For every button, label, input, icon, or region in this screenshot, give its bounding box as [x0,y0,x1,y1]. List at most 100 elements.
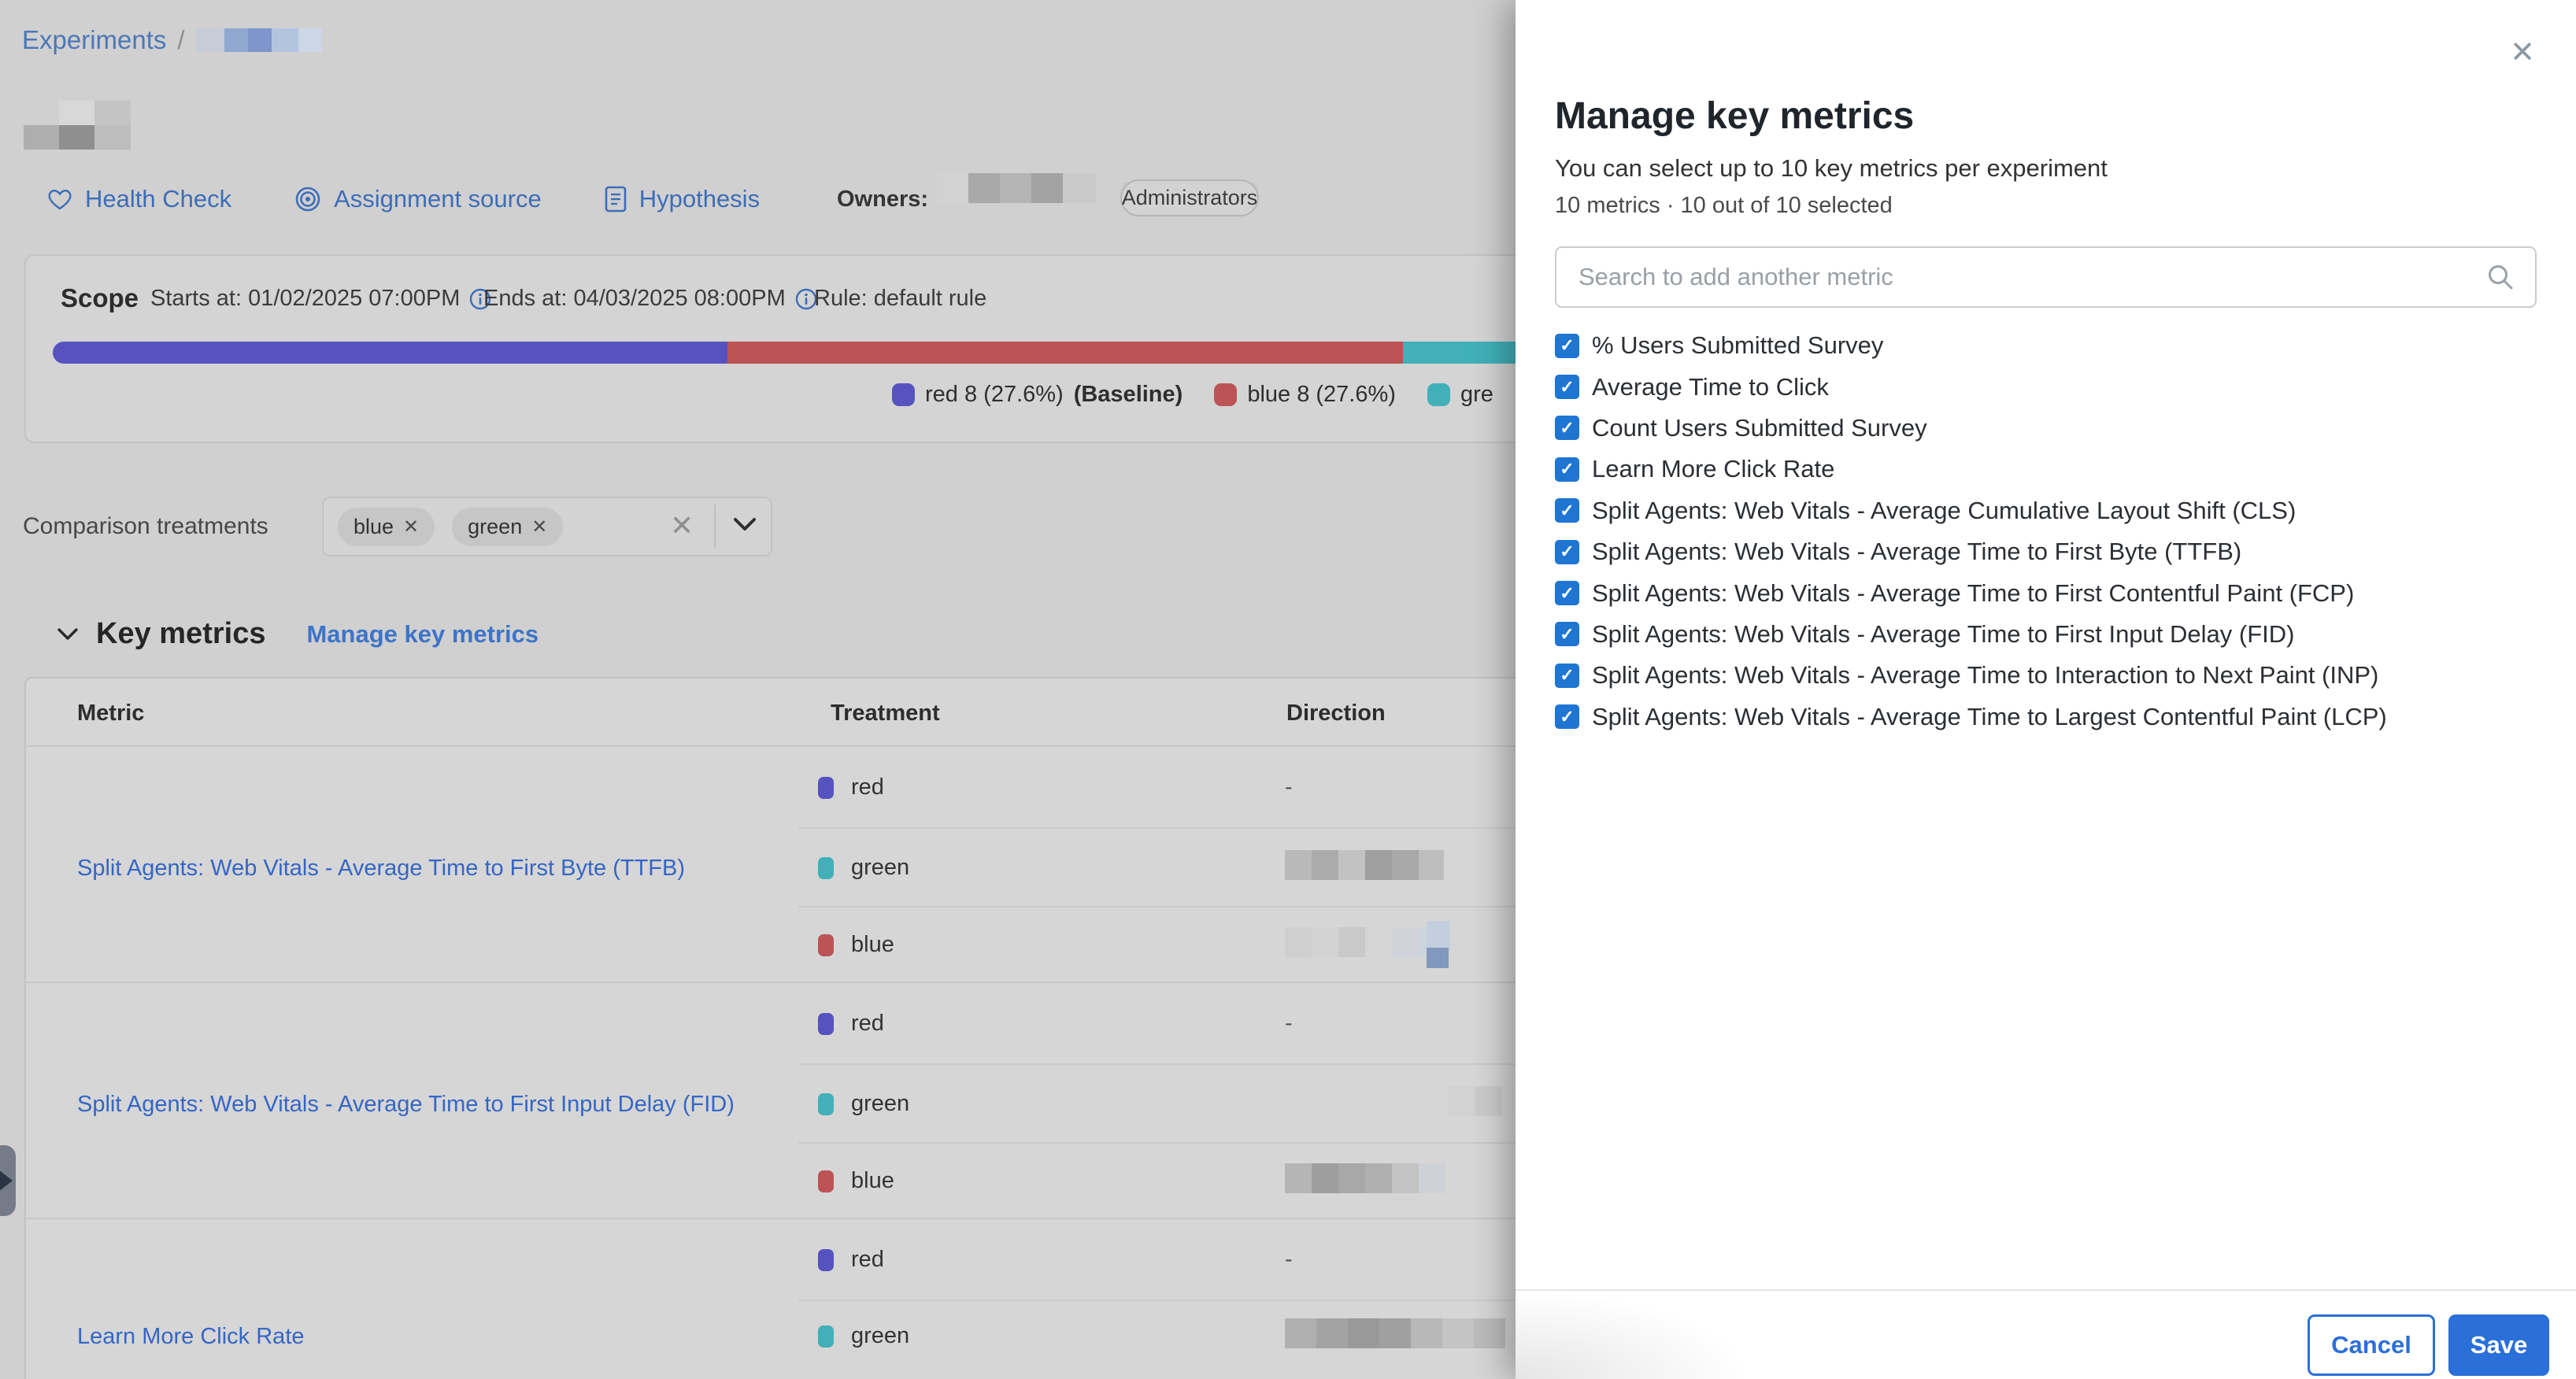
treatment-dot-green [818,1325,834,1348]
checkbox-checked-icon[interactable]: ✓ [1555,704,1579,729]
scope-ends-at: Ends at: 04/03/2025 08:00PM [483,286,817,312]
checkbox-checked-icon[interactable]: ✓ [1555,581,1579,605]
metric-row[interactable]: ✓ Split Agents: Web Vitals - Average Tim… [1555,655,2555,696]
experiment-title-redacted [24,101,131,150]
metric-row[interactable]: ✓ Count Users Submitted Survey [1555,408,2555,449]
scope-starts-at: Starts at: 01/02/2025 07:00PM [150,286,491,312]
direction-value: - [1285,775,1293,800]
scope-title: Scope [61,283,139,313]
metric-row[interactable]: ✓ Split Agents: Web Vitals - Average Tim… [1555,697,2555,738]
metric-row[interactable]: ✓ Split Agents: Web Vitals - Average Tim… [1555,531,2555,572]
metric-link-learn-more[interactable]: Learn More Click Rate [77,1324,746,1350]
metric-label: Average Time to Click [1592,373,1829,401]
clear-selection-icon[interactable]: ✕ [670,509,694,542]
checkbox-checked-icon[interactable]: ✓ [1555,540,1579,564]
checkbox-checked-icon[interactable]: ✓ [1555,416,1579,440]
tab-hypothesis[interactable]: Hypothesis [605,185,760,213]
metric-row[interactable]: ✓ Split Agents: Web Vitals - Average Cum… [1555,490,2555,531]
metric-label: Split Agents: Web Vitals - Average Time … [1592,620,2294,649]
tab-label: Assignment source [334,185,542,213]
manage-key-metrics-link[interactable]: Manage key metrics [306,620,539,649]
save-button[interactable]: Save [2448,1314,2549,1376]
checkbox-checked-icon[interactable]: ✓ [1555,622,1579,646]
metrics-count-status: 10 metrics · 10 out of 10 selected [1555,193,1893,219]
legend-swatch [1427,383,1450,406]
treatment-dot-blue [818,934,834,956]
chip-remove-icon[interactable]: ✕ [403,516,419,538]
close-icon[interactable]: ✕ [2510,35,2535,70]
breadcrumb-separator: / [177,25,184,55]
chevron-down-icon[interactable] [733,517,757,531]
metric-row[interactable]: ✓ Average Time to Click [1555,366,2555,407]
metric-search-input[interactable] [1556,263,2486,291]
administrators-badge: Administrators [1120,179,1259,216]
chip-green[interactable]: green ✕ [452,508,563,546]
direction-value: - [1285,1247,1293,1273]
treatment-cell: blue [818,932,894,958]
metric-row[interactable]: ✓ Split Agents: Web Vitals - Average Tim… [1555,572,2555,613]
document-icon [605,186,627,213]
cancel-button[interactable]: Cancel [2308,1314,2435,1376]
redacted-highlight-square [1427,948,1449,968]
comparison-treatments-select[interactable]: blue ✕ green ✕ ✕ [322,497,772,556]
column-header-treatment: Treatment [831,701,940,726]
legend-swatch [1214,383,1237,406]
metric-row[interactable]: ✓ Learn More Click Rate [1555,449,2555,490]
tab-assignment-source[interactable]: Assignment source [294,185,542,213]
allocation-segment-blue [727,342,1403,364]
treatment-cell: blue [818,1168,894,1194]
sidebar-expand-handle[interactable] [0,1145,16,1216]
tab-bar: Health Check Assignment source Hypothesi… [47,179,760,219]
allocation-legend: red 8 (27.6%) (Baseline) blue 8 (27.6%) … [892,382,1493,408]
treatment-cell: red [818,775,884,800]
treatment-cell: red [818,1247,884,1273]
key-metrics-table: Metric Treatment Direction Split Agents:… [24,677,1567,1379]
key-metrics-header: Key metrics Manage key metrics [57,617,539,651]
tab-label: Hypothesis [639,185,760,213]
manage-key-metrics-drawer: ✕ Manage key metrics You can select up t… [1516,0,2576,1379]
metric-label: Split Agents: Web Vitals - Average Time … [1592,538,2241,566]
metric-label: Split Agents: Web Vitals - Average Cumul… [1592,497,2296,525]
key-metrics-title: Key metrics [96,617,265,651]
metric-label: Learn More Click Rate [1592,455,1834,483]
treatment-cell: green [818,1091,909,1117]
drawer-footer: Cancel Save [1516,1289,2576,1379]
treatment-dot-blue [818,1170,834,1192]
metric-label: Split Agents: Web Vitals - Average Time … [1592,703,2387,731]
metric-label: % Users Submitted Survey [1592,331,1883,360]
treatment-dot-green [818,1093,834,1115]
treatment-cell: green [818,855,909,881]
drawer-title: Manage key metrics [1555,94,1914,138]
scope-card: Scope Starts at: 01/02/2025 07:00PM Ends… [24,254,1567,443]
legend-item-green-clipped: gre [1427,382,1493,408]
checkbox-checked-icon[interactable]: ✓ [1555,664,1579,688]
target-icon [294,186,321,213]
checkbox-checked-icon[interactable]: ✓ [1555,334,1579,358]
breadcrumb-redacted-name [196,28,322,52]
treatment-dot-red [818,1013,834,1035]
metric-link-fid[interactable]: Split Agents: Web Vitals - Average Time … [77,1092,746,1118]
tab-health-check[interactable]: Health Check [47,185,231,213]
treatment-cell: green [818,1323,909,1349]
checkbox-checked-icon[interactable]: ✓ [1555,498,1579,523]
checkbox-checked-icon[interactable]: ✓ [1555,457,1579,482]
checkbox-checked-icon[interactable]: ✓ [1555,375,1579,399]
chip-blue[interactable]: blue ✕ [338,508,435,546]
expand-arrow-icon [0,1170,13,1192]
scope-rule: Rule: default rule [814,286,986,312]
direction-redacted [1285,1163,1445,1193]
collapse-chevron-icon[interactable] [57,627,79,641]
legend-item-blue: blue 8 (27.6%) [1214,382,1396,408]
treatment-dot-red [818,777,834,799]
chip-remove-icon[interactable]: ✕ [531,516,547,538]
direction-value: - [1285,1011,1293,1037]
metric-label: Count Users Submitted Survey [1592,414,1927,442]
breadcrumb-experiments-link[interactable]: Experiments [22,25,166,55]
search-icon[interactable] [2486,263,2515,291]
footer-shade [1516,1289,1752,1379]
metric-row[interactable]: ✓ Split Agents: Web Vitals - Average Tim… [1555,614,2555,655]
metric-row[interactable]: ✓ % Users Submitted Survey [1555,325,2555,366]
treatment-dot-green [818,857,834,879]
metric-label: Split Agents: Web Vitals - Average Time … [1592,661,2378,690]
metric-link-ttfb[interactable]: Split Agents: Web Vitals - Average Time … [77,856,746,882]
